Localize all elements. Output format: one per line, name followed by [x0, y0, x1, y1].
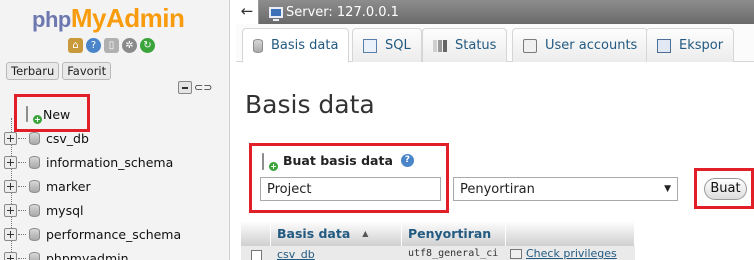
- tree-item-database[interactable]: mysql: [0, 198, 229, 222]
- highlight-box-create-button: [694, 168, 754, 209]
- tab-status[interactable]: Status: [422, 28, 508, 62]
- database-name-link[interactable]: csv_db: [271, 246, 402, 260]
- header-actions: [506, 221, 635, 246]
- tree-branch: [18, 209, 26, 211]
- server-breadcrumb-bar: ← Server: 127.0.0.1: [236, 0, 754, 24]
- tree-item-label: marker: [46, 178, 91, 194]
- header-database-name[interactable]: Basis data ▲: [271, 221, 402, 246]
- back-arrow-icon[interactable]: ←: [236, 0, 259, 24]
- quick-links: ⌂ ? ▯ ✲ ↻: [68, 38, 155, 53]
- dropdown-arrow-icon: ▼: [664, 184, 671, 194]
- link-with-main-icon[interactable]: ⊂⊃: [194, 81, 212, 94]
- tree-item-label: mysql: [46, 202, 84, 218]
- tree-item-database[interactable]: performance_schema: [0, 222, 229, 246]
- tree-branch: [18, 257, 26, 259]
- home-icon[interactable]: ⌂: [68, 38, 83, 53]
- header-label: Penyortiran: [408, 226, 492, 241]
- header-collation[interactable]: Penyortiran: [402, 221, 506, 246]
- logo-text-myadmin: MyAdmin: [70, 3, 185, 33]
- tab-label: Ekspor: [679, 38, 724, 53]
- main-tabs: Basis data SQL Status User accounts Eksp…: [236, 24, 754, 63]
- tree-item-database[interactable]: phpmyadmin: [0, 246, 229, 260]
- tree-item-label: csv_db: [46, 130, 89, 146]
- sql-icon: [363, 38, 377, 53]
- expand-icon[interactable]: [4, 203, 17, 217]
- tab-label: SQL: [385, 38, 411, 53]
- recent-tab[interactable]: Terbaru: [6, 62, 60, 80]
- database-icon: [29, 131, 40, 145]
- database-icon: [29, 203, 40, 217]
- highlight-box-new: [14, 94, 90, 132]
- tree-branch: [18, 185, 26, 187]
- table-row: csv_db utf8_general_ci Check privileges: [241, 246, 635, 260]
- tab-export[interactable]: Ekspor: [646, 28, 735, 62]
- logo-text-php: php: [32, 7, 71, 32]
- expand-icon[interactable]: [4, 179, 17, 193]
- expand-icon[interactable]: [4, 155, 17, 169]
- databases-table: Basis data ▲ Penyortiran csv_db utf8_gen…: [241, 221, 635, 260]
- database-icon: [29, 179, 40, 193]
- tree-branch: [18, 161, 26, 163]
- header-checkbox-column: [241, 221, 271, 246]
- expand-icon[interactable]: [4, 131, 17, 145]
- sidebar-tabs: Terbaru Favorit: [6, 62, 112, 80]
- settings-icon[interactable]: ✲: [122, 38, 137, 53]
- check-privileges-link[interactable]: Check privileges: [506, 246, 621, 260]
- info-icon[interactable]: ?: [86, 38, 101, 53]
- reload-icon[interactable]: ↻: [140, 38, 155, 53]
- server-breadcrumb[interactable]: Server: 127.0.0.1: [286, 5, 399, 20]
- tab-databases[interactable]: Basis data: [242, 28, 350, 63]
- database-icon: [29, 155, 40, 169]
- database-collation: utf8_general_ci: [408, 248, 499, 259]
- expand-icon[interactable]: [4, 251, 17, 260]
- tree-item-label: phpmyadmin: [46, 250, 129, 260]
- server-icon: [269, 6, 283, 21]
- favorites-tab[interactable]: Favorit: [62, 62, 112, 80]
- database-icon: [29, 227, 40, 241]
- sort-ascending-icon: ▲: [362, 229, 369, 238]
- tab-user-accounts[interactable]: User accounts: [512, 28, 649, 62]
- tab-label: User accounts: [545, 38, 638, 53]
- tree-item-label: information_schema: [46, 154, 174, 170]
- collation-selected-value: Penyortiran: [460, 181, 535, 197]
- row-checkbox[interactable]: [251, 250, 262, 260]
- tree-controls: ⊂⊃: [178, 81, 212, 94]
- privileges-icon: [510, 249, 522, 259]
- tab-label: Status: [455, 38, 497, 53]
- collapse-all-icon[interactable]: [178, 81, 192, 94]
- phpmyadmin-logo[interactable]: phpMyAdmin: [32, 3, 185, 34]
- database-icon: [253, 38, 263, 53]
- tree-branch: [18, 233, 26, 235]
- tab-sql[interactable]: SQL: [352, 28, 422, 62]
- navigation-sidebar: phpMyAdmin ⌂ ? ▯ ✲ ↻ Terbaru Favorit ⊂⊃ …: [0, 0, 230, 260]
- expand-icon[interactable]: [4, 227, 17, 241]
- tree-item-database[interactable]: information_schema: [0, 150, 229, 174]
- check-privileges-label: Check privileges: [526, 247, 617, 260]
- header-label: Basis data: [277, 226, 351, 241]
- page-title: Basis data: [245, 90, 375, 119]
- tree-branch: [18, 137, 26, 139]
- phpmyadmin-window: phpMyAdmin ⌂ ? ▯ ✲ ↻ Terbaru Favorit ⊂⊃ …: [0, 0, 754, 260]
- highlight-box-create-form: [249, 143, 449, 213]
- table-header-row: Basis data ▲ Penyortiran: [241, 221, 635, 246]
- status-icon: [433, 39, 447, 52]
- export-icon: [657, 38, 671, 53]
- docs-icon[interactable]: ▯: [104, 38, 119, 53]
- users-icon: [523, 38, 537, 53]
- row-checkbox-cell: [241, 246, 271, 260]
- tab-label: Basis data: [271, 38, 339, 53]
- database-icon: [29, 251, 40, 260]
- tree-item-database[interactable]: marker: [0, 174, 229, 198]
- tree-item-label: performance_schema: [46, 226, 182, 242]
- collation-select[interactable]: Penyortiran ▼: [453, 177, 678, 201]
